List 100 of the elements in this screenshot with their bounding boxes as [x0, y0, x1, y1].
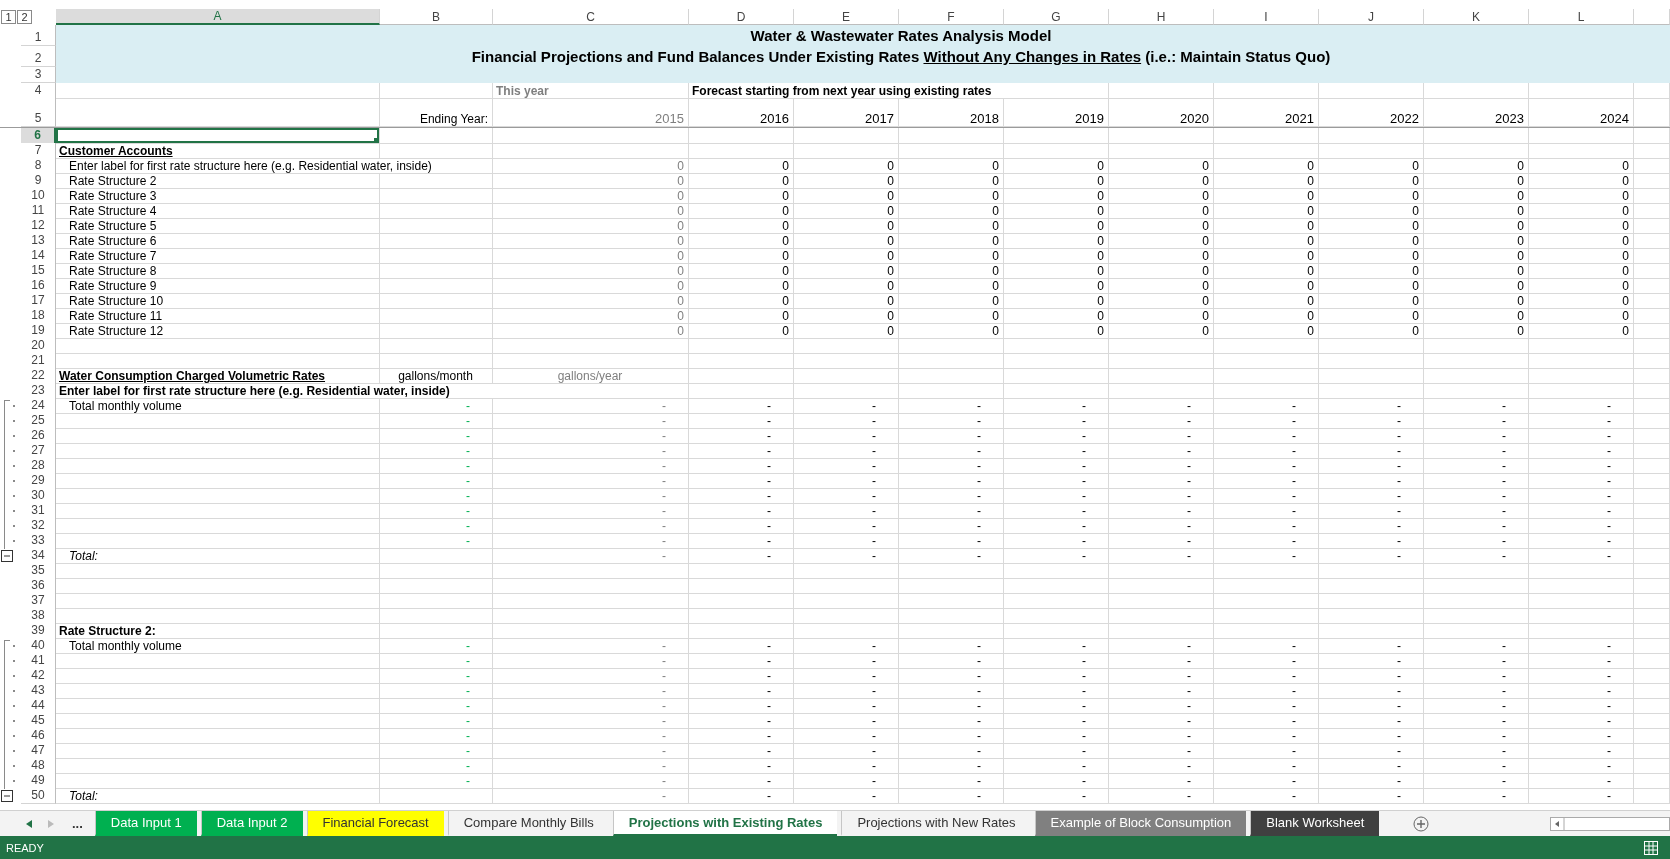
row-header[interactable]: 50 — [21, 788, 56, 804]
row-header[interactable]: 42 — [21, 668, 56, 684]
row-header[interactable]: 12 — [21, 218, 56, 234]
value-cell: 2023 — [1424, 98, 1529, 127]
column-header[interactable]: B — [380, 9, 493, 25]
value-cell: 0 — [689, 203, 794, 219]
row-header[interactable]: 44 — [21, 698, 56, 714]
sheet-tab[interactable]: Example of Block Consumption — [1034, 811, 1247, 836]
row-header[interactable]: 13 — [21, 233, 56, 249]
value-cell: 0 — [794, 233, 899, 249]
column-header[interactable]: E — [794, 9, 899, 25]
row-header[interactable]: 36 — [21, 578, 56, 594]
column-header[interactable]: C — [493, 9, 689, 25]
row-header[interactable]: 14 — [21, 248, 56, 264]
sheet-tab[interactable]: Projections with Existing Rates — [612, 811, 838, 836]
column-header[interactable]: D — [689, 9, 794, 25]
row-header[interactable]: 41 — [21, 653, 56, 669]
selected-cell[interactable] — [56, 128, 380, 144]
value-cell: - — [689, 698, 794, 714]
row-header[interactable]: 31 — [21, 503, 56, 519]
row-header[interactable]: 23 — [21, 383, 56, 399]
row-header[interactable]: 16 — [21, 278, 56, 294]
row-header[interactable]: 19 — [21, 323, 56, 339]
row-header[interactable]: 22 — [21, 368, 56, 384]
value-cell: - — [1319, 398, 1424, 414]
row-header[interactable]: 47 — [21, 743, 56, 759]
add-sheet-icon[interactable] — [1413, 815, 1430, 832]
value-cell: - — [493, 728, 689, 744]
row-header[interactable]: 10 — [21, 188, 56, 204]
column-header[interactable]: A — [56, 9, 380, 25]
collapse-button[interactable] — [1, 790, 13, 802]
column-header[interactable]: G — [1004, 9, 1109, 25]
value-cell: - — [380, 653, 493, 669]
row-header[interactable]: 2 — [21, 46, 56, 67]
value-cell: 0 — [689, 188, 794, 204]
value-cell: - — [1424, 413, 1529, 429]
more-sheets-button[interactable]: ... — [72, 816, 83, 831]
row-header[interactable]: 24 — [21, 398, 56, 414]
column-header[interactable]: H — [1109, 9, 1214, 25]
row-header[interactable]: 7 — [21, 143, 56, 159]
row-header[interactable]: 39 — [21, 623, 56, 639]
row-header[interactable]: 43 — [21, 683, 56, 699]
outline-level-button[interactable]: 2 — [17, 10, 32, 24]
row-header[interactable]: 48 — [21, 758, 56, 774]
row-header[interactable]: 34 — [21, 548, 56, 564]
row-header[interactable]: 49 — [21, 773, 56, 789]
row-header[interactable]: 15 — [21, 263, 56, 279]
row-header[interactable]: 30 — [21, 488, 56, 504]
row-header[interactable]: 5 — [21, 98, 56, 127]
row-header[interactable]: 27 — [21, 443, 56, 459]
value-cell: - — [794, 428, 899, 444]
row-header[interactable]: 46 — [21, 728, 56, 744]
value-cell: 0 — [493, 188, 689, 204]
row-header[interactable]: 18 — [21, 308, 56, 324]
row-header[interactable]: 8 — [21, 158, 56, 174]
row-header[interactable]: 25 — [21, 413, 56, 429]
row-header[interactable]: 20 — [21, 338, 56, 354]
value-cell: 0 — [1109, 293, 1214, 309]
collapse-button[interactable] — [1, 550, 13, 562]
sheet-tab[interactable]: Blank Worksheet — [1250, 811, 1380, 836]
value-cell: 0 — [794, 248, 899, 264]
row-header[interactable]: 3 — [21, 67, 56, 83]
value-cell: - — [1319, 488, 1424, 504]
row-header[interactable]: 6 — [21, 128, 56, 144]
normal-view-icon[interactable] — [1644, 840, 1658, 855]
value-cell: gallons/month — [380, 368, 493, 384]
value-cell: - — [794, 533, 899, 549]
row-header[interactable]: 9 — [21, 173, 56, 189]
column-header[interactable]: I — [1214, 9, 1319, 25]
value-cell: 0 — [493, 293, 689, 309]
row-header[interactable]: 38 — [21, 608, 56, 624]
row-header[interactable]: 26 — [21, 428, 56, 444]
outline-level-button[interactable]: 1 — [1, 10, 16, 24]
horizontal-scrollbar[interactable] — [1550, 816, 1670, 831]
value-cell: - — [794, 443, 899, 459]
sheet-tab[interactable]: Financial Forecast — [306, 811, 444, 836]
value-cell: - — [1424, 548, 1529, 564]
row-header[interactable]: 45 — [21, 713, 56, 729]
row-header[interactable]: 21 — [21, 353, 56, 369]
column-header[interactable]: J — [1319, 9, 1424, 25]
row-header[interactable]: 37 — [21, 593, 56, 609]
row-header[interactable]: 33 — [21, 533, 56, 549]
empty-cell — [1634, 788, 1670, 804]
row-header[interactable]: 1 — [21, 25, 56, 46]
row-label: Rate Structure 4 — [56, 203, 380, 219]
column-header[interactable]: K — [1424, 9, 1529, 25]
empty-cell — [1634, 173, 1670, 189]
value-cell: 0 — [1004, 218, 1109, 234]
row-header[interactable]: 11 — [21, 203, 56, 219]
row-header[interactable]: 40 — [21, 638, 56, 654]
row-header[interactable]: 28 — [21, 458, 56, 474]
value-cell: 0 — [1214, 203, 1319, 219]
row-header[interactable]: 32 — [21, 518, 56, 534]
previous-sheet-icon[interactable] — [26, 819, 32, 828]
column-header[interactable]: L — [1529, 9, 1634, 25]
value-cell: 0 — [1529, 248, 1634, 264]
row-header[interactable]: 17 — [21, 293, 56, 309]
row-header[interactable]: 29 — [21, 473, 56, 489]
row-header[interactable]: 35 — [21, 563, 56, 579]
column-header[interactable]: F — [899, 9, 1004, 25]
